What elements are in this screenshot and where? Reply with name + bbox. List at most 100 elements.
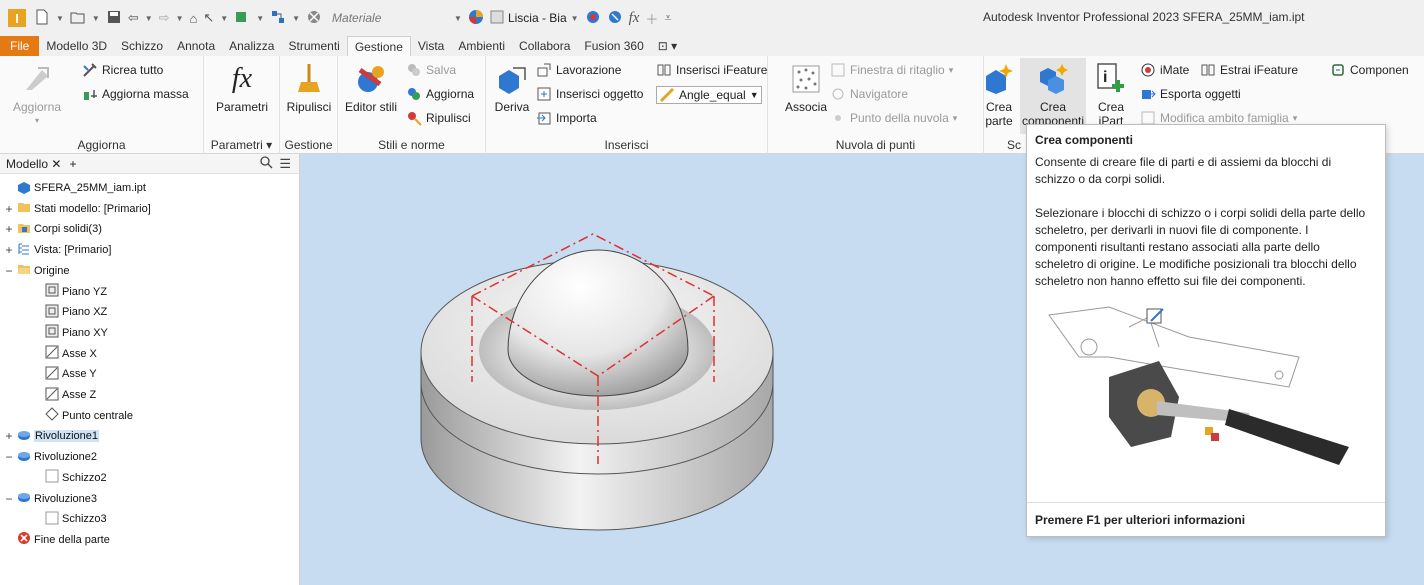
ripulisci-stili-button[interactable]: Ripulisci [406, 110, 471, 126]
tree-item[interactable]: + Corpi solidi(3) [4, 219, 101, 239]
inserisci-ifeature-button[interactable]: Inserisci iFeature [656, 62, 767, 78]
plus-icon[interactable]: ＋ [645, 9, 658, 28]
tab-fusion-360[interactable]: Fusion 360 [577, 36, 650, 56]
ripulisci-button[interactable]: Ripulisci [284, 62, 334, 114]
navigatore-button[interactable]: Navigatore [830, 86, 908, 102]
appearance-select[interactable]: Liscia - Bia ▼ [490, 8, 579, 28]
collapse-icon[interactable]: − [4, 264, 14, 278]
aggiorna-button[interactable]: Aggiorna ▾ [13, 62, 61, 128]
fx-icon[interactable]: fx [629, 10, 640, 27]
tree-item[interactable]: Piano XZ [32, 302, 107, 322]
chevron-down-icon[interactable]: ▼ [56, 14, 64, 23]
expand-icon[interactable]: + [4, 222, 14, 236]
importa-button[interactable]: Importa [536, 110, 597, 126]
chevron-down-icon[interactable]: ▼ [571, 14, 579, 23]
tab-modello-3d[interactable]: Modello 3D [39, 36, 114, 56]
tab-file[interactable]: File [0, 36, 40, 56]
search-icon[interactable] [260, 156, 273, 172]
redo-icon[interactable]: ⇨ [159, 10, 170, 26]
crea-componenti-button[interactable]: Crea componenti [1020, 58, 1086, 134]
tree-item[interactable]: Piano YZ [32, 282, 107, 302]
esporta-oggetti-button[interactable]: Esporta oggetti [1140, 86, 1241, 102]
tree-item[interactable]: Punto centrale [32, 406, 133, 426]
new-file-icon[interactable] [34, 9, 50, 28]
chevron-down-icon[interactable]: ▼ [454, 14, 462, 23]
inventor-logo-icon[interactable]: I [8, 9, 26, 27]
componente-button[interactable]: Componen [1330, 62, 1409, 78]
menu-icon[interactable]: ☰ [279, 156, 291, 172]
tree-item[interactable]: Schizzo3 [32, 509, 107, 529]
expand-icon[interactable]: + [4, 429, 14, 443]
chevron-down-icon[interactable]: ▼ [145, 14, 153, 23]
chevron-down-icon[interactable]: ▼ [220, 14, 228, 23]
close-icon[interactable]: ✕ [51, 157, 61, 171]
crea-ipart-button[interactable]: i Crea iPart [1094, 62, 1128, 128]
editor-stili-button[interactable]: Editor stili [342, 62, 400, 114]
crea-parte-button[interactable]: Crea parte [984, 62, 1014, 128]
tab-strumenti[interactable]: Strumenti [281, 36, 346, 56]
part-icon [17, 180, 31, 197]
tree-item[interactable]: + Vista: [Primario] [4, 240, 111, 260]
tree-item[interactable]: Piano XY [32, 323, 108, 343]
tooltip-body: Consente di creare file di parti e di as… [1035, 154, 1367, 307]
tree-item[interactable]: Schizzo2 [32, 468, 107, 488]
clear-appearance-icon[interactable] [607, 9, 623, 28]
tab-ambienti[interactable]: Ambienti [451, 36, 512, 56]
associa-button[interactable]: Associa [784, 62, 828, 114]
aggiorna-massa-button[interactable]: Aggiorna massa [82, 86, 189, 102]
open-file-icon[interactable] [70, 9, 86, 28]
expand-icon[interactable]: + [4, 243, 14, 257]
tab-vista[interactable]: Vista [411, 36, 451, 56]
browser-tab-modello[interactable]: Modello ✕ [6, 157, 61, 171]
collapse-icon[interactable]: − [4, 450, 14, 464]
select-icon[interactable]: ↖ [203, 10, 214, 26]
ricrea-tutto-button[interactable]: Ricrea tutto [82, 62, 163, 78]
ribbon-display-toggle[interactable]: ⊡ ▾ [651, 36, 684, 56]
customize-qat-icon[interactable]: ⩡ [664, 10, 671, 26]
add-browser-tab-icon[interactable]: + [69, 157, 76, 171]
undo-icon[interactable]: ⇦ [128, 10, 139, 26]
tree-item[interactable]: Asse Z [32, 385, 96, 405]
return-icon[interactable] [234, 9, 250, 28]
adjust-appearance-icon[interactable] [585, 9, 601, 28]
salva-stile-button[interactable]: Salva [406, 62, 456, 78]
home-icon[interactable]: ⌂ [190, 11, 198, 26]
tree-item[interactable]: Fine della parte [4, 530, 110, 550]
inserisci-oggetto-label: Inserisci oggetto [556, 87, 644, 101]
appearance-clear-icon[interactable] [306, 9, 322, 28]
deriva-button[interactable]: Deriva [490, 62, 534, 114]
tab-annota[interactable]: Annota [170, 36, 222, 56]
tree-item[interactable]: Asse X [32, 344, 97, 364]
estrai-ifeature-button[interactable]: Estrai iFeature [1200, 62, 1298, 78]
material-select[interactable]: Materiale [328, 8, 448, 28]
appearance-ball-icon[interactable] [468, 9, 484, 28]
save-icon[interactable] [106, 9, 122, 28]
tree-item[interactable]: Asse Y [32, 364, 97, 384]
expand-icon[interactable]: + [4, 202, 14, 216]
inserisci-oggetto-button[interactable]: Inserisci oggetto [536, 86, 643, 102]
tab-analizza[interactable]: Analizza [222, 36, 281, 56]
tree-item[interactable]: − Origine [4, 261, 69, 281]
angle-equal-dropdown[interactable]: Angle_equal ▼ [656, 86, 762, 104]
chevron-down-icon[interactable]: ▼ [292, 14, 300, 23]
tree-item[interactable]: SFERA_25MM_iam.ipt [4, 178, 146, 198]
project-icon[interactable] [270, 9, 286, 28]
tree-item[interactable]: + Stati modello: [Primario] [4, 199, 150, 219]
lavorazione-button[interactable]: Lavorazione [536, 62, 621, 78]
panel-title-parametri[interactable]: Parametri ▾ [204, 138, 279, 152]
tree-item[interactable]: − Rivoluzione3 [4, 489, 97, 509]
tab-schizzo[interactable]: Schizzo [114, 36, 170, 56]
imate-button[interactable]: iMate [1140, 62, 1189, 78]
parametri-button[interactable]: fx Parametri [212, 62, 272, 114]
tree-item[interactable]: + Rivoluzione1 [4, 426, 99, 446]
tree-item[interactable]: − Rivoluzione2 [4, 447, 97, 467]
punto-nuvola-button[interactable]: Punto della nuvola ▾ [830, 110, 957, 126]
chevron-down-icon[interactable]: ▼ [176, 14, 184, 23]
collapse-icon[interactable]: − [4, 492, 14, 506]
aggiorna-stili-button[interactable]: Aggiorna [406, 86, 474, 102]
chevron-down-icon[interactable]: ▼ [256, 14, 264, 23]
chevron-down-icon[interactable]: ▼ [92, 14, 100, 23]
tab-gestione[interactable]: Gestione [346, 36, 411, 56]
tab-collabora[interactable]: Collabora [512, 36, 577, 56]
finestra-ritaglio-button[interactable]: Finestra di ritaglio ▾ [830, 62, 953, 78]
